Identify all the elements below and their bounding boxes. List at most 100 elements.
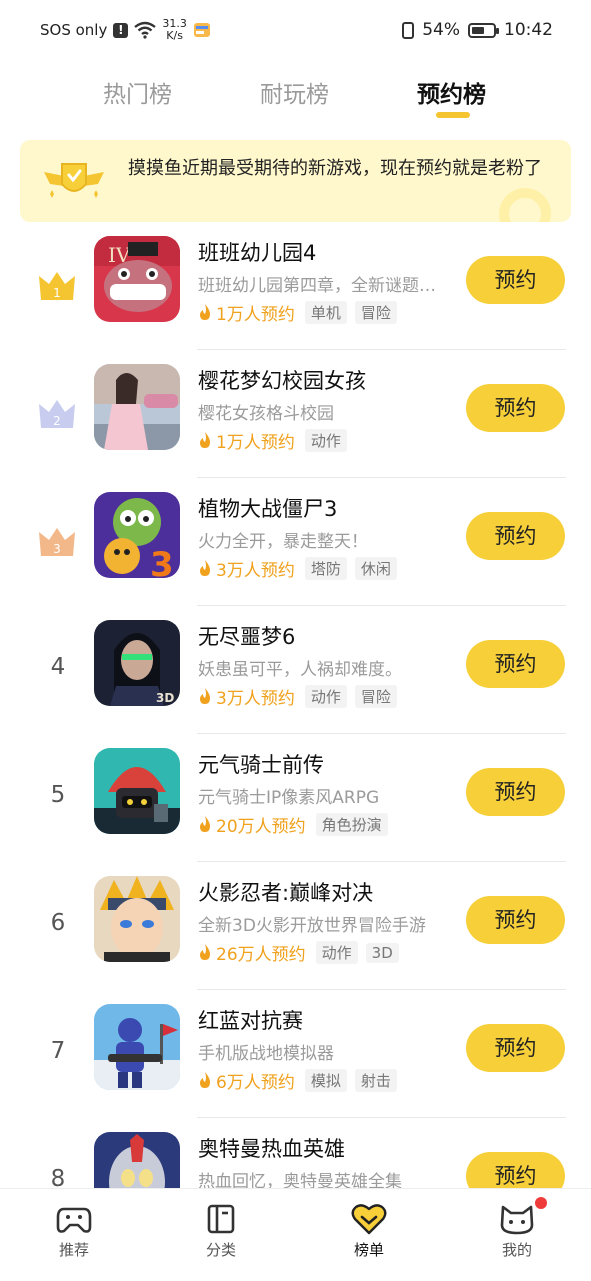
nav-ranking[interactable]: 榜单 bbox=[329, 1203, 409, 1260]
fire-icon bbox=[200, 560, 210, 576]
book-icon bbox=[207, 1204, 235, 1234]
reservation-count: 3万人预约 bbox=[216, 689, 295, 709]
reserve-button[interactable]: 预约 bbox=[466, 896, 565, 944]
nav-recommend[interactable]: 推荐 bbox=[34, 1203, 114, 1260]
genre-tag: 动作 bbox=[304, 429, 347, 452]
notification-dot bbox=[535, 1197, 547, 1209]
reserve-button[interactable]: 预约 bbox=[466, 1024, 565, 1072]
clock: 10:42 bbox=[504, 20, 553, 40]
game-row[interactable]: 2 樱花梦幻校园女孩 樱花女孩格斗校园 1万人预约 动作 预约 bbox=[0, 350, 591, 478]
game-icon[interactable] bbox=[94, 1004, 180, 1090]
rank-number: 5 bbox=[50, 782, 66, 808]
game-title: 元气骑士前传 bbox=[198, 753, 324, 777]
genre-tag: 单机 bbox=[304, 301, 347, 324]
bronze-crown-icon: 3 bbox=[39, 528, 75, 556]
nav-mine[interactable]: 我的 bbox=[477, 1197, 557, 1260]
tab-playable[interactable]: 耐玩榜 bbox=[260, 75, 329, 109]
carrier-text: SOS only bbox=[40, 21, 108, 39]
game-row[interactable]: 5 元气骑士前传 元气骑士IP像素风ARPG 20万人预约 角色扮演 预约 bbox=[0, 734, 591, 862]
game-icon[interactable] bbox=[94, 876, 180, 962]
game-description: 班班幼儿园第四章，全新谜题等你挑战 bbox=[198, 276, 450, 296]
rank-badge-text: 1 bbox=[53, 286, 61, 300]
gamepad-icon bbox=[56, 1207, 92, 1233]
alert-icon: ! bbox=[113, 22, 129, 38]
fire-icon bbox=[200, 688, 210, 704]
reservation-count: 26万人预约 bbox=[216, 945, 306, 965]
tab-reservation[interactable]: 预约榜 bbox=[417, 75, 486, 109]
game-row[interactable]: 6 火影忍者:巅峰对决 全新3D火影开放世界冒险手游 26万人预约 动作 3D … bbox=[0, 862, 591, 990]
genre-tag: 动作 bbox=[315, 941, 358, 964]
rank-number: 6 bbox=[50, 910, 66, 936]
game-meta: 3万人预约 动作 冒险 bbox=[198, 684, 397, 709]
game-icon[interactable]: 3 bbox=[94, 492, 180, 578]
tab-hot[interactable]: 热门榜 bbox=[103, 75, 172, 109]
fire-icon bbox=[200, 432, 210, 448]
game-icon[interactable] bbox=[94, 364, 180, 450]
game-description: 火力全开，暴走整天！ bbox=[198, 532, 368, 552]
nav-label: 我的 bbox=[501, 1241, 532, 1259]
fire-icon bbox=[200, 816, 210, 832]
game-meta: 6万人预约 模拟 射击 bbox=[198, 1068, 397, 1093]
game-icon[interactable]: IV bbox=[94, 236, 180, 322]
game-row[interactable]: 3 3 植物大战僵尸3 火力全开，暴走整天！ 3万人预约 塔防 休闲 预约 bbox=[0, 478, 591, 606]
game-title: 樱花梦幻校园女孩 bbox=[198, 369, 366, 393]
active-tab-indicator bbox=[436, 112, 470, 118]
battery-icon bbox=[468, 22, 499, 38]
reservation-banner: 摸摸鱼近期最受期待的新游戏，现在预约就是老粉了 bbox=[20, 140, 571, 222]
genre-tag: 冒险 bbox=[354, 301, 397, 324]
reserve-button[interactable]: 预约 bbox=[466, 640, 565, 688]
wifi-icon bbox=[134, 21, 157, 39]
rank-number: 4 bbox=[50, 654, 66, 680]
silver-crown-icon: 2 bbox=[39, 400, 75, 428]
svg-text:3D: 3D bbox=[156, 691, 174, 705]
reserve-button[interactable]: 预约 bbox=[466, 384, 565, 432]
reserve-button[interactable]: 预约 bbox=[466, 256, 565, 304]
status-left: SOS only ! 31.3 K/s bbox=[40, 18, 211, 42]
reservation-count: 6万人预约 bbox=[216, 1073, 295, 1093]
reserve-button[interactable]: 预约 bbox=[466, 512, 565, 560]
reservation-count: 1万人预约 bbox=[216, 305, 295, 325]
battery-percent: 54% bbox=[422, 20, 460, 40]
nav-label: 榜单 bbox=[353, 1241, 384, 1259]
game-row[interactable]: 7 红蓝对抗赛 手机版战地模拟器 6万人预约 模拟 射击 预约 bbox=[0, 990, 591, 1118]
genre-tag: 冒险 bbox=[354, 685, 397, 708]
status-right: 54% 10:42 bbox=[402, 20, 553, 40]
game-row[interactable]: 1 IV 班班幼儿园4 班班幼儿园第四章，全新谜题等你挑战 1万人预约 单机 冒… bbox=[0, 222, 591, 350]
game-icon[interactable]: 3D bbox=[94, 620, 180, 706]
game-meta: 1万人预约 动作 bbox=[198, 428, 347, 453]
nav-category[interactable]: 分类 bbox=[181, 1203, 261, 1260]
svg-text:3: 3 bbox=[150, 545, 174, 578]
game-description: 樱花女孩格斗校园 bbox=[198, 404, 334, 424]
fire-icon bbox=[200, 944, 210, 960]
game-title: 红蓝对抗赛 bbox=[198, 1009, 303, 1033]
rank-badge-text: 3 bbox=[53, 542, 61, 556]
rank-badge-text: 2 bbox=[53, 414, 61, 428]
vibrate-icon bbox=[402, 21, 415, 39]
reservation-count: 1万人预约 bbox=[216, 433, 295, 453]
genre-tag: 角色扮演 bbox=[315, 813, 388, 836]
game-title: 植物大战僵尸3 bbox=[198, 497, 338, 521]
heart-chevron-icon bbox=[351, 1204, 387, 1235]
cat-face-icon bbox=[500, 1205, 534, 1235]
game-meta: 3万人预约 塔防 休闲 bbox=[198, 556, 397, 581]
game-row[interactable]: 4 3D 无尽噩梦6 妖患虽可平，人祸却难度。 3万人预约 动作 冒险 预约 bbox=[0, 606, 591, 734]
game-meta: 20万人预约 角色扮演 bbox=[198, 812, 388, 837]
reservation-count: 20万人预约 bbox=[216, 817, 306, 837]
banner-text: 摸摸鱼近期最受期待的新游戏，现在预约就是老粉了 bbox=[128, 158, 542, 179]
genre-tag: 射击 bbox=[354, 1069, 397, 1092]
game-icon[interactable] bbox=[94, 748, 180, 834]
status-bar: SOS only ! 31.3 K/s 54% 10:42 bbox=[0, 0, 591, 66]
fire-icon bbox=[200, 304, 210, 320]
genre-tag: 塔防 bbox=[304, 557, 347, 580]
game-title: 奥特曼热血英雄 bbox=[198, 1137, 345, 1161]
network-speed: 31.3 K/s bbox=[162, 18, 187, 42]
banner-decoration bbox=[499, 188, 551, 222]
reserve-button[interactable]: 预约 bbox=[466, 768, 565, 816]
bottom-nav: 推荐 分类 榜单 我的 bbox=[0, 1188, 591, 1281]
fire-icon bbox=[200, 1072, 210, 1088]
nav-label: 分类 bbox=[205, 1241, 236, 1259]
gold-crown-icon: 1 bbox=[39, 272, 75, 300]
app-notification-icon bbox=[193, 23, 210, 37]
genre-tag: 模拟 bbox=[304, 1069, 347, 1092]
game-meta: 1万人预约 单机 冒险 bbox=[198, 300, 397, 325]
